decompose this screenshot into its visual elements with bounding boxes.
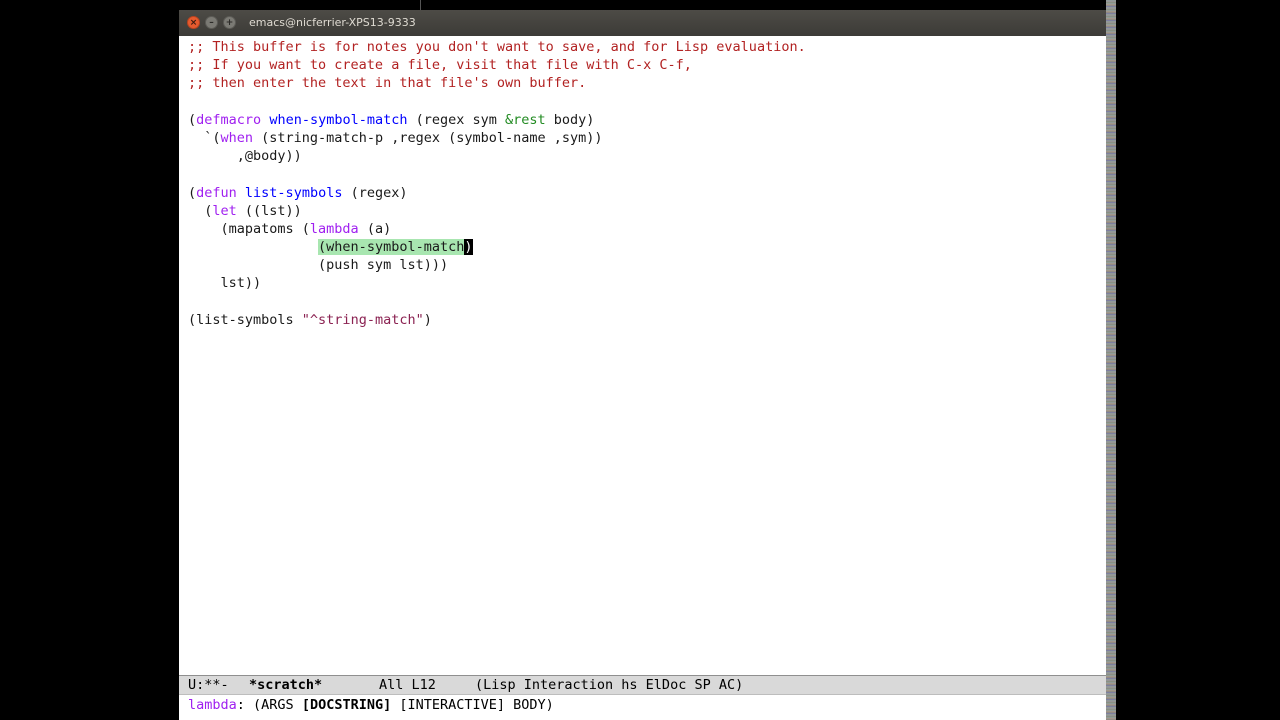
window-title: emacs@nicferrier-XPS13-9333 [249, 16, 416, 29]
editor-buffer[interactable]: ;; This buffer is for notes you don't wa… [179, 38, 1106, 676]
echo-area[interactable]: lambda: (ARGS [DOCSTRING] [INTERACTIVE] … [179, 695, 1106, 715]
code-text: body) [545, 112, 595, 128]
mode-line[interactable]: U:**- *scratch* All L12 (Lisp Interactio… [179, 675, 1106, 695]
text-cursor: ) [464, 239, 473, 255]
code-line-call: (list-symbols "^string-match") [188, 311, 432, 329]
minimize-button[interactable]: – [205, 16, 218, 29]
eldoc-current-arg: [DOCSTRING] [301, 697, 392, 713]
paren-match-highlight: (when-symbol-match [318, 239, 465, 255]
code-text: `( [188, 130, 221, 146]
code-line-let: (let ((lst)) [188, 202, 302, 220]
string-token: "^string-match" [301, 312, 424, 328]
comment-line: ;; This buffer is for notes you don't wa… [188, 39, 806, 55]
code-line-lst: lst)) [188, 275, 262, 291]
emacs-window: × – + emacs@nicferrier-XPS13-9333 ;; Thi… [179, 10, 1106, 720]
code-text: (regex sym [407, 112, 506, 128]
eldoc-function-name: lambda [188, 697, 237, 713]
code-text: ( [188, 185, 197, 201]
code-line-mapatoms: (mapatoms (lambda (a) [188, 220, 392, 238]
eldoc-args-rest: [INTERACTIVE] BODY) [391, 697, 554, 713]
comment-line: ;; then enter the text in that file's ow… [188, 75, 587, 91]
maximize-button[interactable]: + [223, 16, 236, 29]
code-line-current: (when-symbol-match) [188, 238, 473, 256]
background-divider [420, 0, 421, 10]
title-bar[interactable]: × – + emacs@nicferrier-XPS13-9333 [179, 10, 1106, 36]
code-line-body: ,@body)) [188, 148, 302, 164]
code-line-when: `(when (string-match-p ,regex (symbol-na… [188, 129, 603, 147]
keyword-token: lambda [309, 221, 359, 237]
modeline-modes[interactable]: (Lisp Interaction hs ElDoc SP AC) [475, 676, 743, 694]
keyword-token: defun [196, 185, 237, 201]
code-text: ((lst)) [236, 203, 302, 219]
eldoc-args: : (ARGS [236, 697, 302, 713]
code-text: ( [188, 203, 213, 219]
keyword-token: let [212, 203, 237, 219]
code-line-defun: (defun list-symbols (regex) [188, 184, 408, 202]
close-button[interactable]: × [187, 16, 200, 29]
type-token: &rest [505, 112, 546, 128]
screen-noise-strip [1106, 0, 1116, 720]
comment-line: ;; If you want to create a file, visit t… [188, 57, 692, 73]
code-text: (regex) [342, 185, 408, 201]
code-text: ( [188, 112, 197, 128]
keyword-token: when [220, 130, 254, 146]
function-name-token: list-symbols [244, 185, 343, 201]
modeline-position: All L12 [379, 677, 436, 693]
keyword-token: defmacro [196, 112, 262, 128]
code-text: (a) [358, 221, 392, 237]
modeline-buffer-name[interactable]: *scratch* [249, 676, 322, 694]
code-text: (list-symbols [188, 312, 302, 328]
code-text: (mapatoms ( [188, 221, 310, 237]
screen: × – + emacs@nicferrier-XPS13-9333 ;; Thi… [0, 0, 1280, 720]
function-name-token: when-symbol-match [269, 112, 408, 128]
code-text: (string-match-p ,regex (symbol-name ,sym… [253, 130, 603, 146]
modeline-status: U:**- [188, 677, 229, 693]
code-line-push: (push sym lst))) [188, 257, 449, 273]
code-line-defmacro: (defmacro when-symbol-match (regex sym &… [188, 111, 594, 129]
code-text: ) [423, 312, 432, 328]
